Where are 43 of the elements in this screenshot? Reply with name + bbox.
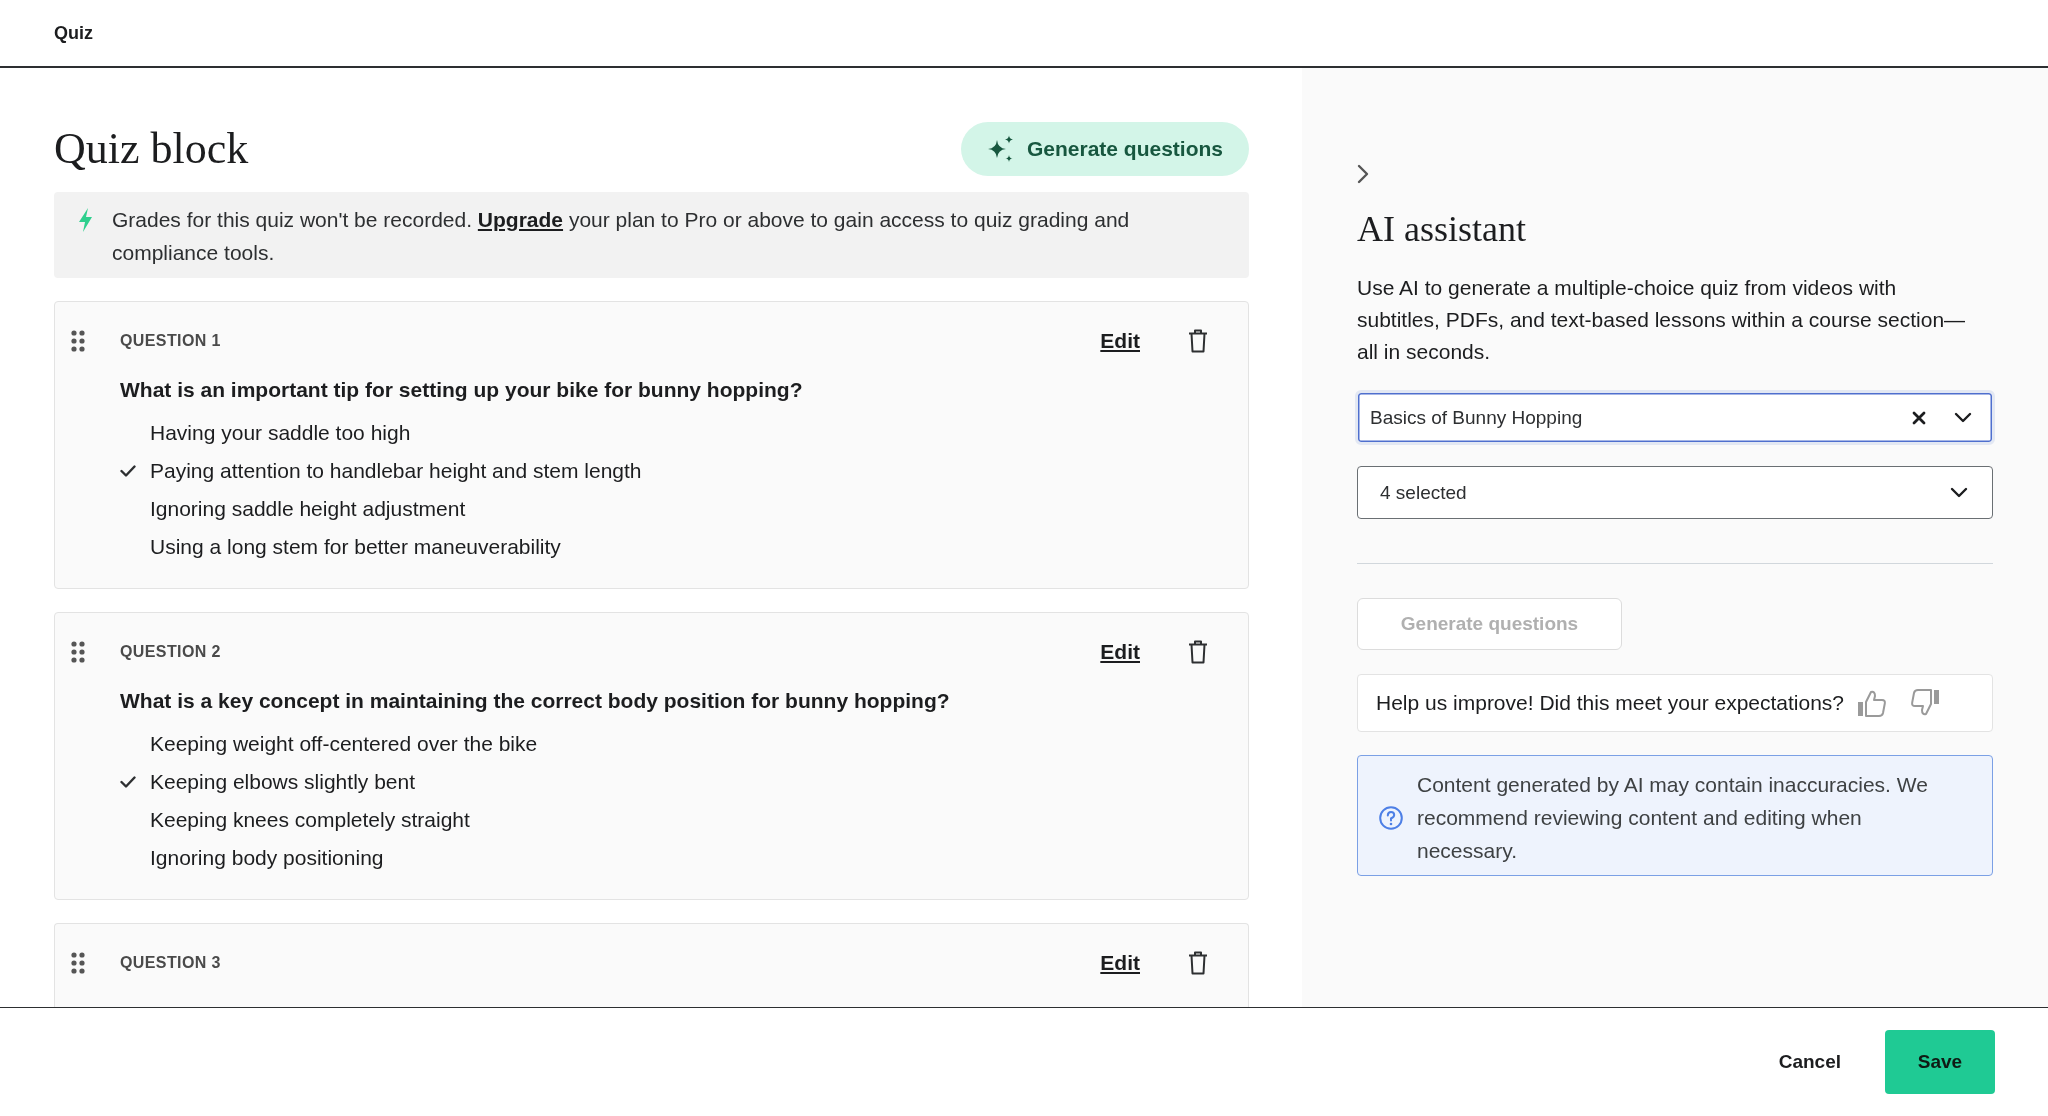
question-text: What is an important tip for setting up your bike for bunny hopping? [120,377,804,403]
question-label: QUESTION 3 [120,954,222,972]
trash-icon[interactable] [1188,951,1208,975]
chevron-down-icon[interactable] [1950,487,1968,498]
generate-questions-button[interactable]: Generate questions [961,122,1249,176]
trash-icon[interactable] [1188,329,1208,353]
cancel-button[interactable]: Cancel [1774,1043,1845,1081]
answer-text: Using a long stem for better maneuverability [150,535,561,559]
page-title: Quiz [54,22,93,44]
question-label: QUESTION 1 [120,332,222,350]
edit-link[interactable]: Edit [1100,329,1140,353]
answer-text: Keeping knees completely straight [150,808,470,832]
drag-handle-icon[interactable] [71,952,85,974]
save-button[interactable]: Save [1885,1030,1995,1094]
lesson-select[interactable]: 4 selected [1357,466,1993,519]
drag-handle-icon[interactable] [71,641,85,663]
drag-handle-icon[interactable] [71,330,85,352]
panel-description: Use AI to generate a multiple-choice quiz from videos with subtitles, PDFs, and text-based lessons within a course section—all in seconds. [1357,275,1967,365]
edit-link[interactable]: Edit [1100,640,1140,664]
thumbs-down-icon[interactable] [1910,689,1941,717]
block-title: Quiz block [54,123,249,175]
answer-text: Ignoring saddle height adjustment [150,497,466,521]
panel-title: AI assistant [1357,208,1526,251]
feedback-text: Help us improve! Did this meet your expectations? [1376,691,1845,715]
question-text: What is a key concept in maintaining the correct body position for bunny hopping? [120,688,951,714]
answer-text: Keeping weight off-centered over the bike [150,732,538,756]
clear-icon[interactable] [1912,410,1926,425]
answer-text: Keeping elbows slightly bent [150,770,415,794]
upgrade-link[interactable]: Upgrade [477,208,564,231]
notice-text: Grades for this quiz won't be recorded. Upgrade your plan to Pro or above to gain access to quiz grading and compliance tools. [112,207,1131,266]
chevron-down-icon[interactable] [1954,412,1972,423]
help-icon [1379,805,1403,830]
thumbs-up-icon[interactable] [1857,689,1888,717]
section-select[interactable]: Basics of Bunny Hopping [1355,390,1995,445]
disclaimer-text: Content generated by AI may contain inaccuracies. We recommend reviewing content and editing when necessary. [1417,772,1929,864]
answer-text: Paying attention to handlebar height and stem length [150,459,642,483]
lightning-icon [78,208,93,232]
trash-icon[interactable] [1188,640,1208,664]
edit-link[interactable]: Edit [1100,951,1140,975]
chevron-right-icon[interactable] [1357,164,1369,184]
answer-text: Ignoring body positioning [150,846,384,870]
answer-text: Having your saddle too high [150,421,411,445]
question-label: QUESTION 2 [120,643,222,661]
